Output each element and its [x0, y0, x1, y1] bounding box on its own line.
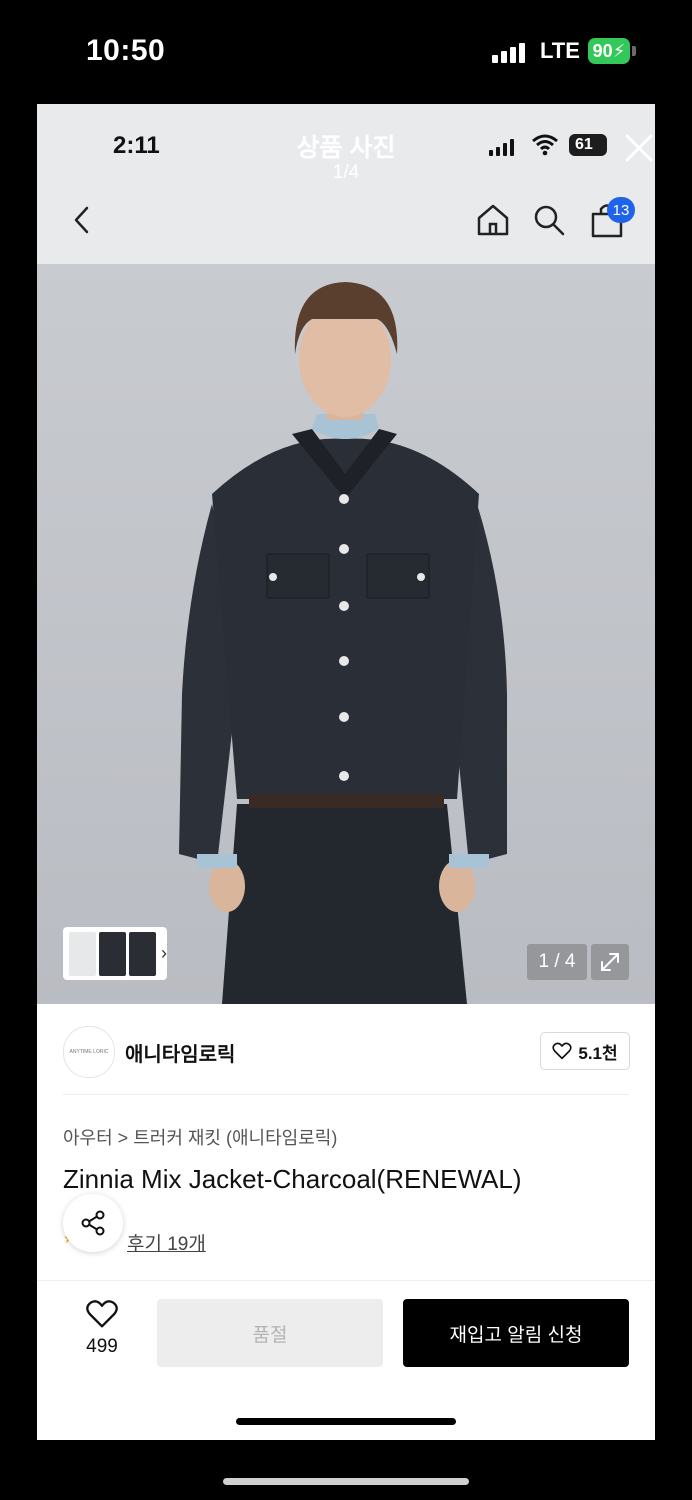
- inner-home-indicator: [236, 1418, 456, 1425]
- network-label: LTE: [540, 38, 580, 63]
- outer-signal-icon: [492, 41, 525, 63]
- wishlist-count: 499: [86, 1336, 118, 1357]
- brand-name[interactable]: 애니타임로릭: [125, 1038, 235, 1067]
- close-icon[interactable]: [623, 132, 655, 169]
- divider: [63, 1094, 629, 1095]
- share-button[interactable]: [63, 1194, 123, 1252]
- restock-alert-button[interactable]: 재입고 알림 신청: [403, 1299, 629, 1367]
- heart-icon: [86, 1300, 118, 1328]
- cart-count-badge: 13: [607, 197, 635, 223]
- outer-status-bar: 10:50 LTE 90 ⚡: [0, 0, 692, 104]
- outer-clock: 10:50: [86, 34, 166, 67]
- outer-battery-level: 90: [592, 40, 613, 61]
- price-partially-hidden: ━━━ ━━━: [63, 1270, 156, 1280]
- home-icon[interactable]: [475, 202, 511, 243]
- expand-icon[interactable]: [591, 944, 629, 980]
- app-screen: 2:11 상품 사진 1/4 61 13 › 1 / 4 ANYTIME LOR…: [37, 104, 655, 1440]
- reviews-link[interactable]: 후기 19개: [127, 1229, 206, 1256]
- outer-home-indicator: [223, 1478, 469, 1485]
- model-wearing-jacket-image: [37, 264, 655, 1004]
- product-title: Zinnia Mix Jacket-Charcoal(RENEWAL): [63, 1164, 522, 1194]
- share-icon: [81, 1210, 105, 1236]
- brand-like-button[interactable]: 5.1천: [540, 1032, 630, 1070]
- thumbnail-2: [99, 931, 126, 976]
- soldout-button[interactable]: 품절: [157, 1299, 383, 1367]
- photo-viewer-counter: 1/4: [332, 162, 360, 183]
- photo-viewer-title: 상품 사진: [296, 134, 396, 162]
- wifi-icon: [531, 132, 559, 161]
- back-icon[interactable]: [71, 204, 93, 241]
- outer-battery-cap: [632, 46, 636, 56]
- wishlist-button[interactable]: 499: [77, 1299, 127, 1358]
- thumbnail-3: [129, 931, 156, 976]
- inner-signal-icon: [489, 138, 514, 156]
- brand-logo-text: ANYTIME LORIC: [69, 1049, 109, 1055]
- chevron-right-icon: ›: [161, 943, 167, 963]
- outer-battery-icon: 90 ⚡: [588, 38, 630, 64]
- product-photo[interactable]: › 1 / 4: [37, 264, 655, 1004]
- heart-icon: [552, 1042, 572, 1060]
- brand-like-count: 5.1천: [578, 1043, 618, 1063]
- bottom-action-bar: 499 품절 재입고 알림 신청: [37, 1280, 655, 1440]
- search-icon[interactable]: [531, 202, 567, 243]
- gallery-counter: 1 / 4: [527, 944, 587, 980]
- breadcrumb[interactable]: 아우터 > 트러커 재킷 (애니타임로릭): [63, 1124, 337, 1150]
- inner-battery-icon: 61: [569, 134, 607, 156]
- inner-battery-level: 61: [575, 136, 593, 153]
- thumbnail-1: [69, 931, 96, 976]
- thumbnail-strip-button[interactable]: ›: [63, 927, 167, 980]
- top-bar: 2:11 상품 사진 1/4 61 13: [37, 104, 655, 264]
- brand-logo[interactable]: ANYTIME LORIC: [63, 1026, 115, 1078]
